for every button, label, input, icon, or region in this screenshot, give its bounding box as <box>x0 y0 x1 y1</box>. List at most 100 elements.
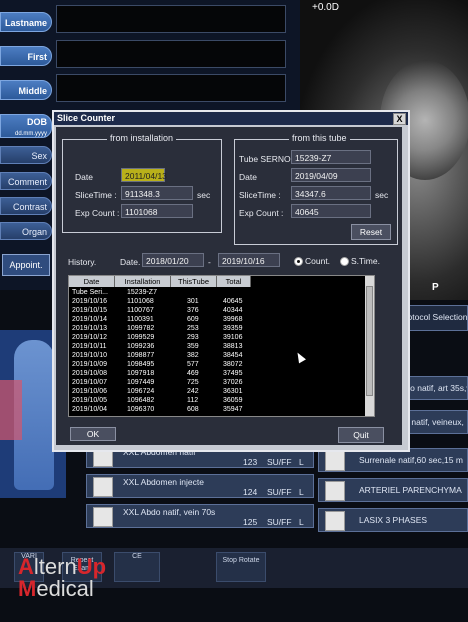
protocol-name: Surrenale natif,60 sec,15 m <box>359 455 463 465</box>
table-cell: 39106 <box>223 334 243 341</box>
ct-marker: P <box>432 282 439 293</box>
ce-button[interactable]: CE <box>114 552 160 582</box>
stime-radio[interactable] <box>340 257 349 266</box>
table-cell: 36059 <box>223 397 243 404</box>
tube-date-field[interactable]: 2019/04/09 <box>291 168 371 182</box>
protocol-thumbnail-icon <box>325 451 345 471</box>
protocol-item[interactable]: LASIX 3 PHASES <box>318 508 468 532</box>
protocol-name: XXL Abdomen injecte <box>123 477 204 487</box>
table-cell: 40645 <box>223 298 243 305</box>
table-row[interactable]: 2019/10/13 1099782 253 39359 <box>69 325 361 333</box>
middle-button[interactable]: Middle <box>0 80 52 100</box>
tube-date-label: Date <box>239 172 257 182</box>
contrast-button[interactable]: Contrast <box>0 197 52 215</box>
protocol-thumbnail-icon <box>325 511 345 531</box>
protocol-thumbnail-icon <box>325 481 345 501</box>
table-cell: 1099782 <box>127 325 155 332</box>
tube-expcount-field[interactable]: 40645 <box>291 204 371 218</box>
table-cell: 36301 <box>223 388 243 395</box>
history-date-label: Date. <box>120 257 141 267</box>
organ-button[interactable]: Organ <box>0 222 52 240</box>
protocol-letter: L <box>299 487 304 497</box>
sex-button[interactable]: Sex <box>0 146 52 164</box>
protocol-item[interactable]: XXL Abdo natif, vein 70s 125 SU/FF L <box>86 504 314 528</box>
table-row[interactable]: Tube Seri... 15239-Z7 <box>69 289 361 297</box>
dob-label: DOB <box>27 117 47 127</box>
quit-button[interactable]: Quit <box>338 427 384 443</box>
table-row[interactable]: 2019/10/10 1098877 382 38454 <box>69 352 361 360</box>
appoint-button[interactable]: Appoint. <box>2 254 50 276</box>
installation-slicetime-field[interactable]: 911348.3 <box>121 186 193 200</box>
tube-slicetime-unit: sec <box>375 190 389 200</box>
table-cell: 359 <box>187 343 199 350</box>
first-button[interactable]: First <box>0 46 52 66</box>
table-row[interactable]: 2019/10/07 1097449 725 37026 <box>69 379 361 387</box>
table-cell: 608 <box>187 406 199 413</box>
history-table[interactable]: Date Installation ThisTube Total Tube Se… <box>68 275 375 417</box>
table-row[interactable]: 2019/10/14 1100391 609 39968 <box>69 316 361 324</box>
close-icon[interactable]: X <box>393 113 406 125</box>
table-cell: 725 <box>187 379 199 386</box>
tube-group: from this tube Tube SERNO 15239-Z7 Date … <box>234 133 398 245</box>
history-label: History. <box>68 257 97 267</box>
table-row[interactable]: 2019/10/15 1100767 376 40344 <box>69 307 361 315</box>
stop-rotate-button[interactable]: Stop Rotate <box>216 552 266 582</box>
table-cell: 39968 <box>223 316 243 323</box>
protocol-item[interactable]: XXL Abdomen injecte 124 SU/FF L <box>86 474 314 498</box>
scrollbar-thumb[interactable] <box>366 286 373 396</box>
tube-slicetime-label: SliceTime : <box>239 190 281 200</box>
table-cell: 1100391 <box>127 316 154 323</box>
stime-radio-label: S.Time. <box>351 256 380 266</box>
protocol-thumbnail-icon <box>93 507 113 527</box>
ct-readout: +0.0D <box>312 2 339 13</box>
installation-slicetime-label: SliceTime : <box>75 190 117 200</box>
protocol-size: SU/FF <box>267 457 292 467</box>
table-cell: 253 <box>187 325 199 332</box>
col-header-installation[interactable]: Installation <box>115 276 171 287</box>
history-to-field[interactable]: 2019/10/16 <box>218 253 280 267</box>
protocol-name: ARTERIEL PARENCHYMA <box>359 485 462 495</box>
table-row[interactable]: 2019/10/08 1097918 469 37495 <box>69 370 361 378</box>
history-dash: - <box>208 257 211 267</box>
history-from-field[interactable]: 2018/01/20 <box>142 253 204 267</box>
lastname-field[interactable] <box>56 5 286 33</box>
lastname-button[interactable]: Lastname <box>0 12 52 32</box>
comment-button[interactable]: Comment <box>0 172 52 190</box>
installation-date-field[interactable]: 2011/04/13 <box>121 168 167 182</box>
installation-expcount-field[interactable]: 1101068 <box>121 204 193 218</box>
table-cell: 1096370 <box>127 406 155 413</box>
table-row[interactable]: 2019/10/04 1096370 608 35947 <box>69 406 361 414</box>
installation-expcount-label: Exp Count : <box>75 208 120 218</box>
table-cell: 2019/10/08 <box>72 370 108 377</box>
table-cell: 2019/10/06 <box>72 388 108 395</box>
dialog-title: Slice Counter <box>57 113 116 123</box>
table-row[interactable]: 2019/10/16 1101068 301 40645 <box>69 298 361 306</box>
protocol-number: 125 <box>243 517 258 527</box>
table-row[interactable]: 2019/10/09 1098495 577 38072 <box>69 361 361 369</box>
tube-serno-field[interactable]: 15239-Z7 <box>291 150 371 164</box>
count-radio[interactable] <box>294 257 303 266</box>
col-header-total[interactable]: Total <box>217 276 251 287</box>
table-cell: 2019/10/10 <box>72 352 108 359</box>
first-field[interactable] <box>56 40 286 68</box>
table-cell: 1101068 <box>127 298 154 305</box>
ok-button[interactable]: OK <box>70 427 116 441</box>
installation-date-label: Date <box>75 172 93 182</box>
tube-slicetime-field[interactable]: 34347.6 <box>291 186 371 200</box>
col-header-thistube[interactable]: ThisTube <box>171 276 217 287</box>
protocol-number: 123 <box>243 457 258 467</box>
reset-button[interactable]: Reset <box>351 224 391 240</box>
col-header-date[interactable]: Date <box>69 276 115 287</box>
table-row[interactable]: 2019/10/05 1096482 112 36059 <box>69 397 361 405</box>
table-cell: 1097449 <box>127 379 155 386</box>
table-cell: 15239-Z7 <box>127 289 157 296</box>
middle-field[interactable] <box>56 74 286 102</box>
table-cell: 35947 <box>223 406 243 413</box>
table-row[interactable]: 2019/10/06 1096724 242 36301 <box>69 388 361 396</box>
dob-button[interactable]: DOB dd.mm.yyyy <box>0 114 52 138</box>
table-row[interactable]: 2019/10/12 1099529 293 39106 <box>69 334 361 342</box>
table-cell: 1099529 <box>127 334 155 341</box>
table-scrollbar[interactable] <box>365 276 374 416</box>
table-row[interactable]: 2019/10/11 1099236 359 38813 <box>69 343 361 351</box>
protocol-item[interactable]: ARTERIEL PARENCHYMA <box>318 478 468 502</box>
